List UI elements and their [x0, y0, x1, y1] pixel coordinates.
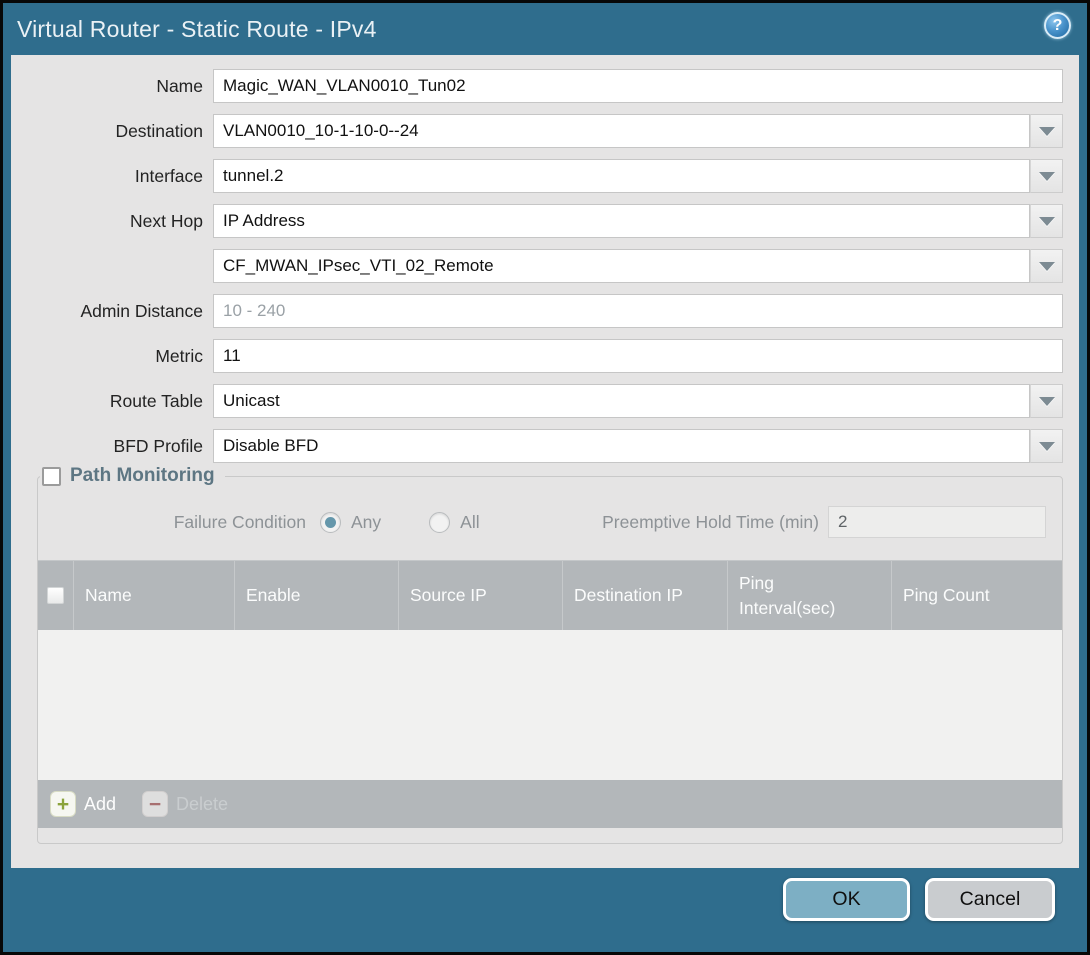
failure-condition-options: Any All	[320, 512, 518, 533]
column-header-name[interactable]: Name	[74, 561, 235, 630]
path-monitoring-title: Path Monitoring	[70, 465, 215, 487]
form-row-metric: Metric	[37, 339, 1063, 373]
minus-icon: −	[142, 791, 168, 817]
interface-label: Interface	[37, 166, 203, 187]
metric-label: Metric	[37, 346, 203, 367]
failure-condition-row: Failure Condition Any All Preemptive Hol…	[38, 505, 1062, 539]
table-header-row: Name Enable Source IP Destination IP Pin…	[38, 560, 1062, 630]
destination-input[interactable]	[213, 114, 1030, 148]
column-header-source-ip[interactable]: Source IP	[399, 561, 563, 630]
path-monitoring-table: Name Enable Source IP Destination IP Pin…	[38, 560, 1062, 828]
static-route-dialog: Virtual Router - Static Route - IPv4 ? N…	[0, 0, 1090, 955]
delete-button[interactable]: − Delete	[142, 791, 228, 817]
cancel-button[interactable]: Cancel	[925, 878, 1055, 921]
path-monitoring-checkbox[interactable]	[42, 467, 61, 486]
form-row-interface: Interface	[37, 159, 1063, 193]
help-icon-glyph: ?	[1053, 17, 1063, 35]
column-header-enable[interactable]: Enable	[235, 561, 399, 630]
chevron-down-icon	[1039, 127, 1055, 136]
path-monitoring-legend: Path Monitoring	[40, 465, 225, 487]
next-hop-type-input[interactable]	[213, 204, 1030, 238]
name-label: Name	[37, 76, 203, 97]
form-row-next-hop: Next Hop	[37, 204, 1063, 238]
chevron-down-icon	[1039, 442, 1055, 451]
interface-input[interactable]	[213, 159, 1030, 193]
help-icon[interactable]: ?	[1044, 12, 1071, 39]
chevron-down-icon	[1039, 172, 1055, 181]
chevron-down-icon	[1039, 262, 1055, 271]
radio-any[interactable]	[320, 512, 341, 533]
chevron-down-icon	[1039, 397, 1055, 406]
radio-all-label: All	[460, 512, 479, 533]
destination-label: Destination	[37, 121, 203, 142]
path-monitoring-section: Path Monitoring Failure Condition Any Al…	[37, 476, 1063, 844]
add-button[interactable]: + Add	[50, 791, 116, 817]
preemptive-hold-time-group: Preemptive Hold Time (min)	[602, 506, 1046, 538]
bfd-profile-dropdown-button[interactable]	[1030, 429, 1063, 463]
radio-all[interactable]	[429, 512, 450, 533]
metric-input[interactable]	[213, 339, 1063, 373]
form-row-route-table: Route Table	[37, 384, 1063, 418]
next-hop-address-input[interactable]	[213, 249, 1030, 283]
form-row-destination: Destination	[37, 114, 1063, 148]
table-body-empty	[38, 630, 1062, 780]
column-header-ping-count[interactable]: Ping Count	[892, 561, 1062, 630]
table-footer-bar: + Add − Delete	[38, 780, 1062, 828]
ok-button[interactable]: OK	[783, 878, 910, 921]
preemptive-hold-time-label: Preemptive Hold Time (min)	[602, 512, 819, 533]
add-button-label: Add	[84, 794, 116, 815]
chevron-down-icon	[1039, 217, 1055, 226]
table-header-checkbox-cell	[38, 561, 74, 630]
delete-button-label: Delete	[176, 794, 228, 815]
route-table-dropdown-button[interactable]	[1030, 384, 1063, 418]
next-hop-label: Next Hop	[37, 211, 203, 232]
name-input[interactable]	[213, 69, 1063, 103]
radio-any-label: Any	[351, 512, 381, 533]
form-row-name: Name	[37, 69, 1063, 103]
next-hop-type-dropdown-button[interactable]	[1030, 204, 1063, 238]
bfd-profile-input[interactable]	[213, 429, 1030, 463]
form-row-next-hop-address	[37, 249, 1063, 283]
admin-distance-input[interactable]	[213, 294, 1063, 328]
next-hop-address-dropdown-button[interactable]	[1030, 249, 1063, 283]
form-row-bfd-profile: BFD Profile	[37, 429, 1063, 463]
bfd-profile-label: BFD Profile	[37, 436, 203, 457]
dialog-header: Virtual Router - Static Route - IPv4 ?	[3, 3, 1087, 55]
column-header-ping-interval[interactable]: Ping Interval(sec)	[728, 561, 892, 630]
dialog-title: Virtual Router - Static Route - IPv4	[17, 16, 377, 43]
destination-dropdown-button[interactable]	[1030, 114, 1063, 148]
form-row-admin-distance: Admin Distance	[37, 294, 1063, 328]
column-header-destination-ip[interactable]: Destination IP	[563, 561, 728, 630]
admin-distance-label: Admin Distance	[37, 301, 203, 322]
select-all-checkbox[interactable]	[47, 587, 64, 604]
dialog-footer: OK Cancel	[11, 862, 1079, 952]
interface-dropdown-button[interactable]	[1030, 159, 1063, 193]
plus-icon: +	[50, 791, 76, 817]
failure-condition-label: Failure Condition	[38, 512, 306, 533]
dialog-body: Name Destination Interface	[11, 55, 1079, 868]
route-table-label: Route Table	[37, 391, 203, 412]
preemptive-hold-time-input[interactable]	[828, 506, 1046, 538]
route-table-input[interactable]	[213, 384, 1030, 418]
